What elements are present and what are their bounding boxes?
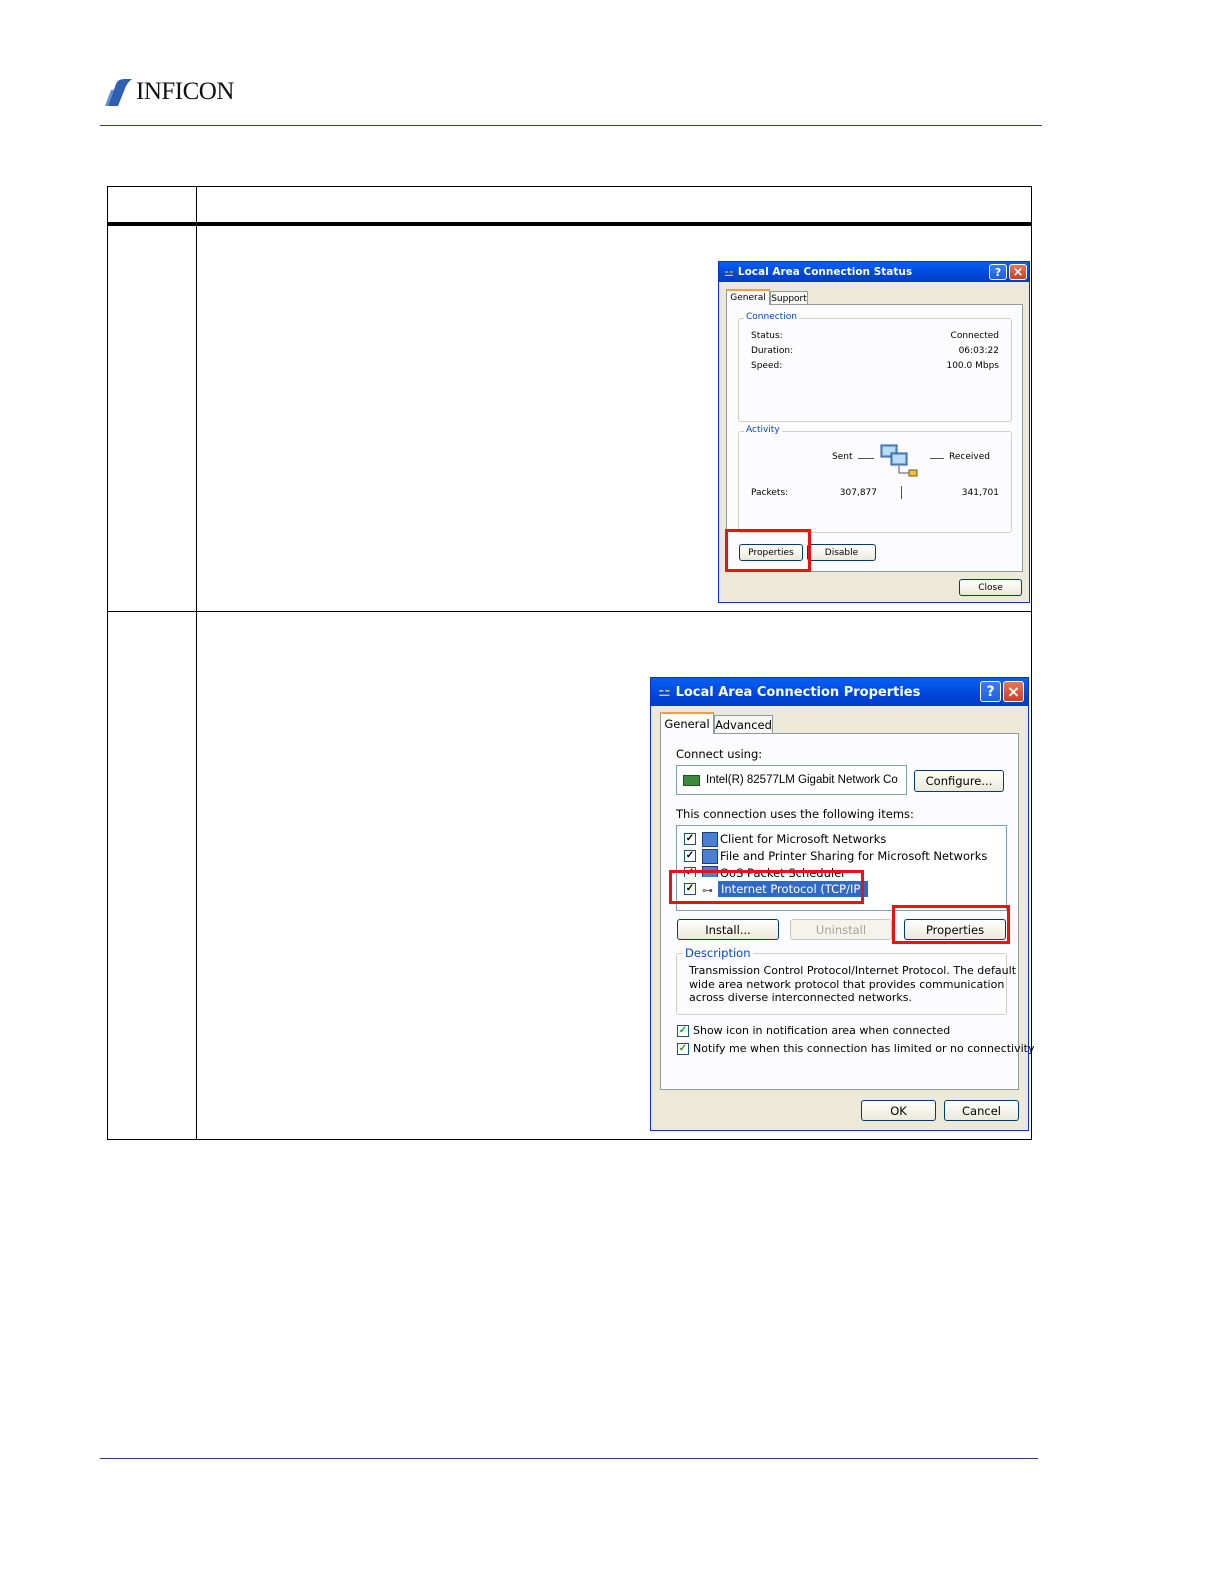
speed-label: Speed: xyxy=(751,361,783,371)
close-icon[interactable]: × xyxy=(1003,681,1024,702)
show-icon-checkbox[interactable]: ✓ xyxy=(677,1025,689,1037)
table-header-rule xyxy=(107,222,1032,226)
notify-label: Notify me when this connection has limit… xyxy=(693,1042,1035,1055)
packets-divider xyxy=(901,486,902,499)
packets-received-value: 341,701 xyxy=(961,488,999,498)
install-button[interactable]: Install... xyxy=(677,919,779,940)
received-label: Received xyxy=(949,452,990,462)
file-sharing-icon xyxy=(702,849,718,864)
network-connection-icon: ⚍ xyxy=(724,265,734,279)
tab-general[interactable]: General xyxy=(660,712,714,734)
description-line-3: across diverse interconnected networks. xyxy=(689,991,912,1004)
properties-dialog-title: Local Area Connection Properties xyxy=(675,684,921,700)
list-item[interactable]: ✓ Client for Microsoft Networks xyxy=(684,831,1000,847)
adapter-field: Intel(R) 82577LM Gigabit Network Co xyxy=(676,765,907,795)
sent-label: Sent xyxy=(832,452,853,462)
item-checkbox[interactable]: ✓ xyxy=(684,850,696,862)
tab-advanced[interactable]: Advanced xyxy=(714,715,773,734)
footer-rule xyxy=(100,1458,1038,1459)
close-icon[interactable]: × xyxy=(1009,264,1027,280)
received-line xyxy=(930,458,944,459)
status-dialog-title: Local Area Connection Status xyxy=(737,266,913,278)
network-connection-icon: ⚍ xyxy=(658,684,671,700)
tab-general[interactable]: General xyxy=(726,289,770,305)
brand-name: INFICON xyxy=(136,78,234,105)
status-value: Connected xyxy=(950,331,999,341)
description-line-1: Transmission Control Protocol/Internet P… xyxy=(689,964,1017,977)
status-label: Status: xyxy=(751,331,783,341)
status-dialog-titlebar[interactable]: ⚍ Local Area Connection Status xyxy=(719,262,1029,282)
duration-label: Duration: xyxy=(751,346,794,356)
activity-group-title: Activity xyxy=(744,425,782,435)
activity-group: Activity xyxy=(738,425,1012,533)
help-button[interactable]: ? xyxy=(989,264,1007,280)
highlight-protocol-properties xyxy=(892,905,1010,944)
header-rule xyxy=(100,125,1042,126)
list-item[interactable]: ✓ File and Printer Sharing for Microsoft… xyxy=(684,848,1000,864)
table-row-divider xyxy=(107,611,1032,612)
duration-value: 06:03:22 xyxy=(958,346,999,356)
table-column-divider xyxy=(196,186,197,1140)
disable-button[interactable]: Disable xyxy=(807,544,876,561)
status-close-button[interactable]: Close xyxy=(959,579,1022,596)
highlight-status-properties xyxy=(725,529,811,572)
inficon-logo-mark-icon xyxy=(104,76,134,108)
help-button[interactable]: ? xyxy=(980,681,1001,702)
connection-group-title: Connection xyxy=(744,312,799,322)
uninstall-button[interactable]: Uninstall xyxy=(790,919,892,940)
notify-checkbox[interactable]: ✓ xyxy=(677,1043,689,1055)
item-checkbox[interactable]: ✓ xyxy=(684,833,696,845)
description-title: Description xyxy=(683,946,753,960)
adapter-name: Intel(R) 82577LM Gigabit Network Co xyxy=(706,774,898,786)
configure-button[interactable]: Configure... xyxy=(914,770,1004,792)
network-adapter-icon xyxy=(683,774,700,786)
cancel-button[interactable]: Cancel xyxy=(944,1100,1019,1121)
inficon-logo: INFICON xyxy=(104,76,234,108)
item-label: File and Printer Sharing for Microsoft N… xyxy=(720,849,988,863)
show-icon-label: Show icon in notification area when conn… xyxy=(693,1024,951,1037)
network-client-icon xyxy=(702,832,718,847)
sent-line xyxy=(858,458,874,459)
packets-label: Packets: xyxy=(751,488,789,498)
items-label: This connection uses the following items… xyxy=(676,807,914,821)
ok-button[interactable]: OK xyxy=(861,1100,936,1121)
tab-support[interactable]: Support xyxy=(770,291,808,305)
connect-using-label: Connect using: xyxy=(676,747,763,761)
highlight-tcp-ip-item xyxy=(669,870,864,904)
item-label: Client for Microsoft Networks xyxy=(720,832,887,846)
properties-dialog: ⚍ Local Area Connection Properties ? × G… xyxy=(650,677,1035,1131)
speed-value: 100.0 Mbps xyxy=(946,361,999,371)
packets-sent-value: 307,877 xyxy=(839,488,877,498)
network-activity-icon xyxy=(877,441,919,484)
properties-dialog-titlebar[interactable]: ⚍ Local Area Connection Properties xyxy=(651,678,1028,706)
description-line-2: wide area network protocol that provides… xyxy=(689,978,1005,991)
